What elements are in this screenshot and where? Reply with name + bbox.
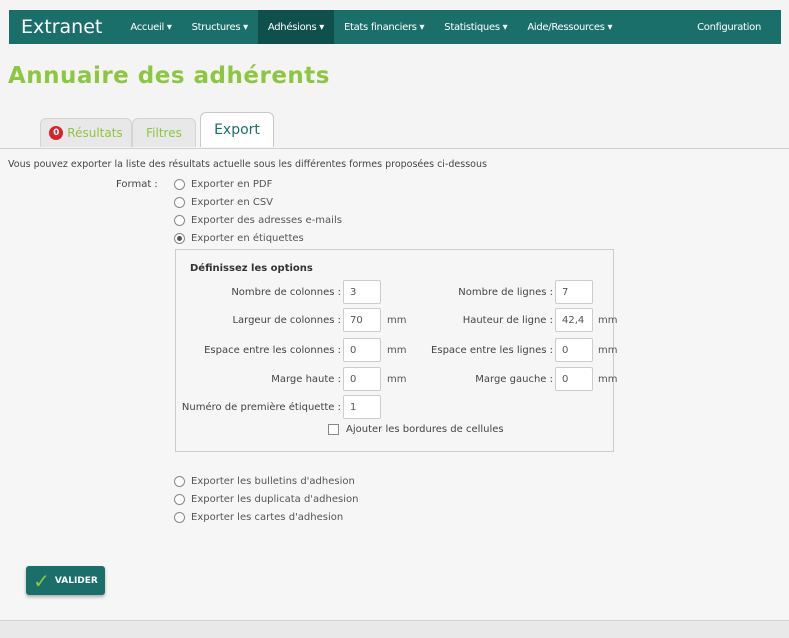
radio-label: Exporter des adresses e-mails bbox=[191, 215, 342, 226]
checkmark-icon: ✓ bbox=[33, 568, 50, 593]
nav-accueil[interactable]: Accueil ▾ bbox=[120, 10, 181, 44]
nav-aide-ressources[interactable]: Aide/Ressources ▾ bbox=[517, 10, 622, 44]
radio-button[interactable] bbox=[174, 179, 185, 190]
radio-export-etiquettes[interactable]: Exporter en étiquettes bbox=[174, 233, 304, 244]
radio-export-emails[interactable]: Exporter des adresses e-mails bbox=[174, 215, 342, 226]
nav-configuration[interactable]: Configuration bbox=[687, 10, 771, 44]
tab-resultats-label: Résultats bbox=[67, 126, 123, 140]
radio-button[interactable] bbox=[174, 476, 185, 487]
unit-mm: mm bbox=[598, 315, 618, 326]
radio-export-pdf[interactable]: Exporter en PDF bbox=[174, 179, 272, 190]
unit-mm: mm bbox=[387, 315, 407, 326]
nav-adhesions[interactable]: Adhésions ▾ bbox=[257, 10, 334, 44]
first-label-input[interactable]: 1 bbox=[343, 395, 381, 419]
page-title: Annuaire des adhérents bbox=[8, 63, 330, 89]
top-margin-input[interactable]: 0 bbox=[343, 367, 381, 391]
radio-label: Exporter en CSV bbox=[191, 197, 274, 208]
brand-logo[interactable]: Extranet bbox=[21, 16, 102, 38]
row-space-label: Espace entre les lignes : bbox=[431, 345, 553, 356]
col-width-label: Largeur de colonnes : bbox=[232, 315, 341, 326]
unit-mm: mm bbox=[598, 374, 618, 385]
export-intro-text: Vous pouvez exporter la liste des résult… bbox=[8, 159, 487, 170]
radio-export-cartes[interactable]: Exporter les cartes d'adhesion bbox=[174, 512, 343, 523]
nb-rows-label: Nombre de lignes : bbox=[458, 287, 553, 298]
nb-columns-input[interactable]: 3 bbox=[343, 280, 381, 304]
unit-mm: mm bbox=[598, 345, 618, 356]
tab-filtres[interactable]: Filtres bbox=[132, 118, 196, 147]
footer-bar bbox=[0, 620, 789, 638]
tab-resultats[interactable]: 0 Résultats bbox=[40, 118, 132, 147]
left-margin-label: Marge gauche : bbox=[475, 374, 553, 385]
borders-checkbox[interactable] bbox=[328, 424, 339, 435]
nav-etats-financiers[interactable]: Etats financiers ▾ bbox=[334, 10, 434, 44]
unit-mm: mm bbox=[387, 345, 407, 356]
tab-export[interactable]: Export bbox=[200, 112, 274, 147]
borders-checkbox-label: Ajouter les bordures de cellules bbox=[346, 424, 504, 435]
radio-label: Exporter en PDF bbox=[191, 179, 273, 190]
first-label-label: Numéro de première étiquette : bbox=[181, 402, 341, 413]
nav-structures[interactable]: Structures ▾ bbox=[182, 10, 258, 44]
borders-checkbox-row[interactable]: Ajouter les bordures de cellules bbox=[328, 424, 504, 435]
radio-label: Exporter les bulletins d'adhesion bbox=[191, 476, 355, 487]
format-label: Format : bbox=[116, 179, 158, 190]
col-space-input[interactable]: 0 bbox=[343, 338, 381, 362]
row-space-input[interactable]: 0 bbox=[555, 338, 593, 362]
valider-button[interactable]: ✓ VALIDER bbox=[26, 566, 105, 595]
row-height-label: Hauteur de ligne : bbox=[462, 315, 553, 326]
results-count-badge: 0 bbox=[49, 126, 64, 140]
tab-filtres-label: Filtres bbox=[146, 126, 182, 140]
nb-rows-input[interactable]: 7 bbox=[555, 280, 593, 304]
radio-export-duplicata[interactable]: Exporter les duplicata d'adhesion bbox=[174, 494, 358, 505]
radio-export-csv[interactable]: Exporter en CSV bbox=[174, 197, 273, 208]
col-width-input[interactable]: 70 bbox=[343, 308, 381, 332]
radio-button[interactable] bbox=[174, 512, 185, 523]
valider-label: VALIDER bbox=[54, 575, 98, 586]
label-options-box: Définissez les options Nombre de colonne… bbox=[175, 249, 618, 452]
row-height-input[interactable]: 42,4 bbox=[555, 308, 593, 332]
nav-statistiques[interactable]: Statistiques ▾ bbox=[434, 10, 517, 44]
top-margin-label: Marge haute : bbox=[271, 374, 341, 385]
radio-label: Exporter les cartes d'adhesion bbox=[191, 512, 344, 523]
radio-button[interactable] bbox=[174, 494, 185, 505]
radio-label: Exporter les duplicata d'adhesion bbox=[191, 494, 359, 505]
export-panel: Vous pouvez exporter la liste des résult… bbox=[0, 148, 789, 619]
top-navbar: Extranet Accueil ▾ Structures ▾ Adhésion… bbox=[9, 10, 781, 44]
nb-columns-label: Nombre de colonnes : bbox=[231, 287, 341, 298]
radio-export-bulletins[interactable]: Exporter les bulletins d'adhesion bbox=[174, 476, 355, 487]
tab-export-label: Export bbox=[214, 122, 260, 138]
left-margin-input[interactable]: 0 bbox=[555, 367, 593, 391]
radio-button-checked[interactable] bbox=[174, 233, 185, 244]
col-space-label: Espace entre les colonnes : bbox=[204, 345, 341, 356]
radio-button[interactable] bbox=[174, 197, 185, 208]
unit-mm: mm bbox=[387, 374, 407, 385]
options-title: Définissez les options bbox=[190, 263, 313, 274]
radio-button[interactable] bbox=[174, 215, 185, 226]
radio-label: Exporter en étiquettes bbox=[191, 233, 304, 244]
